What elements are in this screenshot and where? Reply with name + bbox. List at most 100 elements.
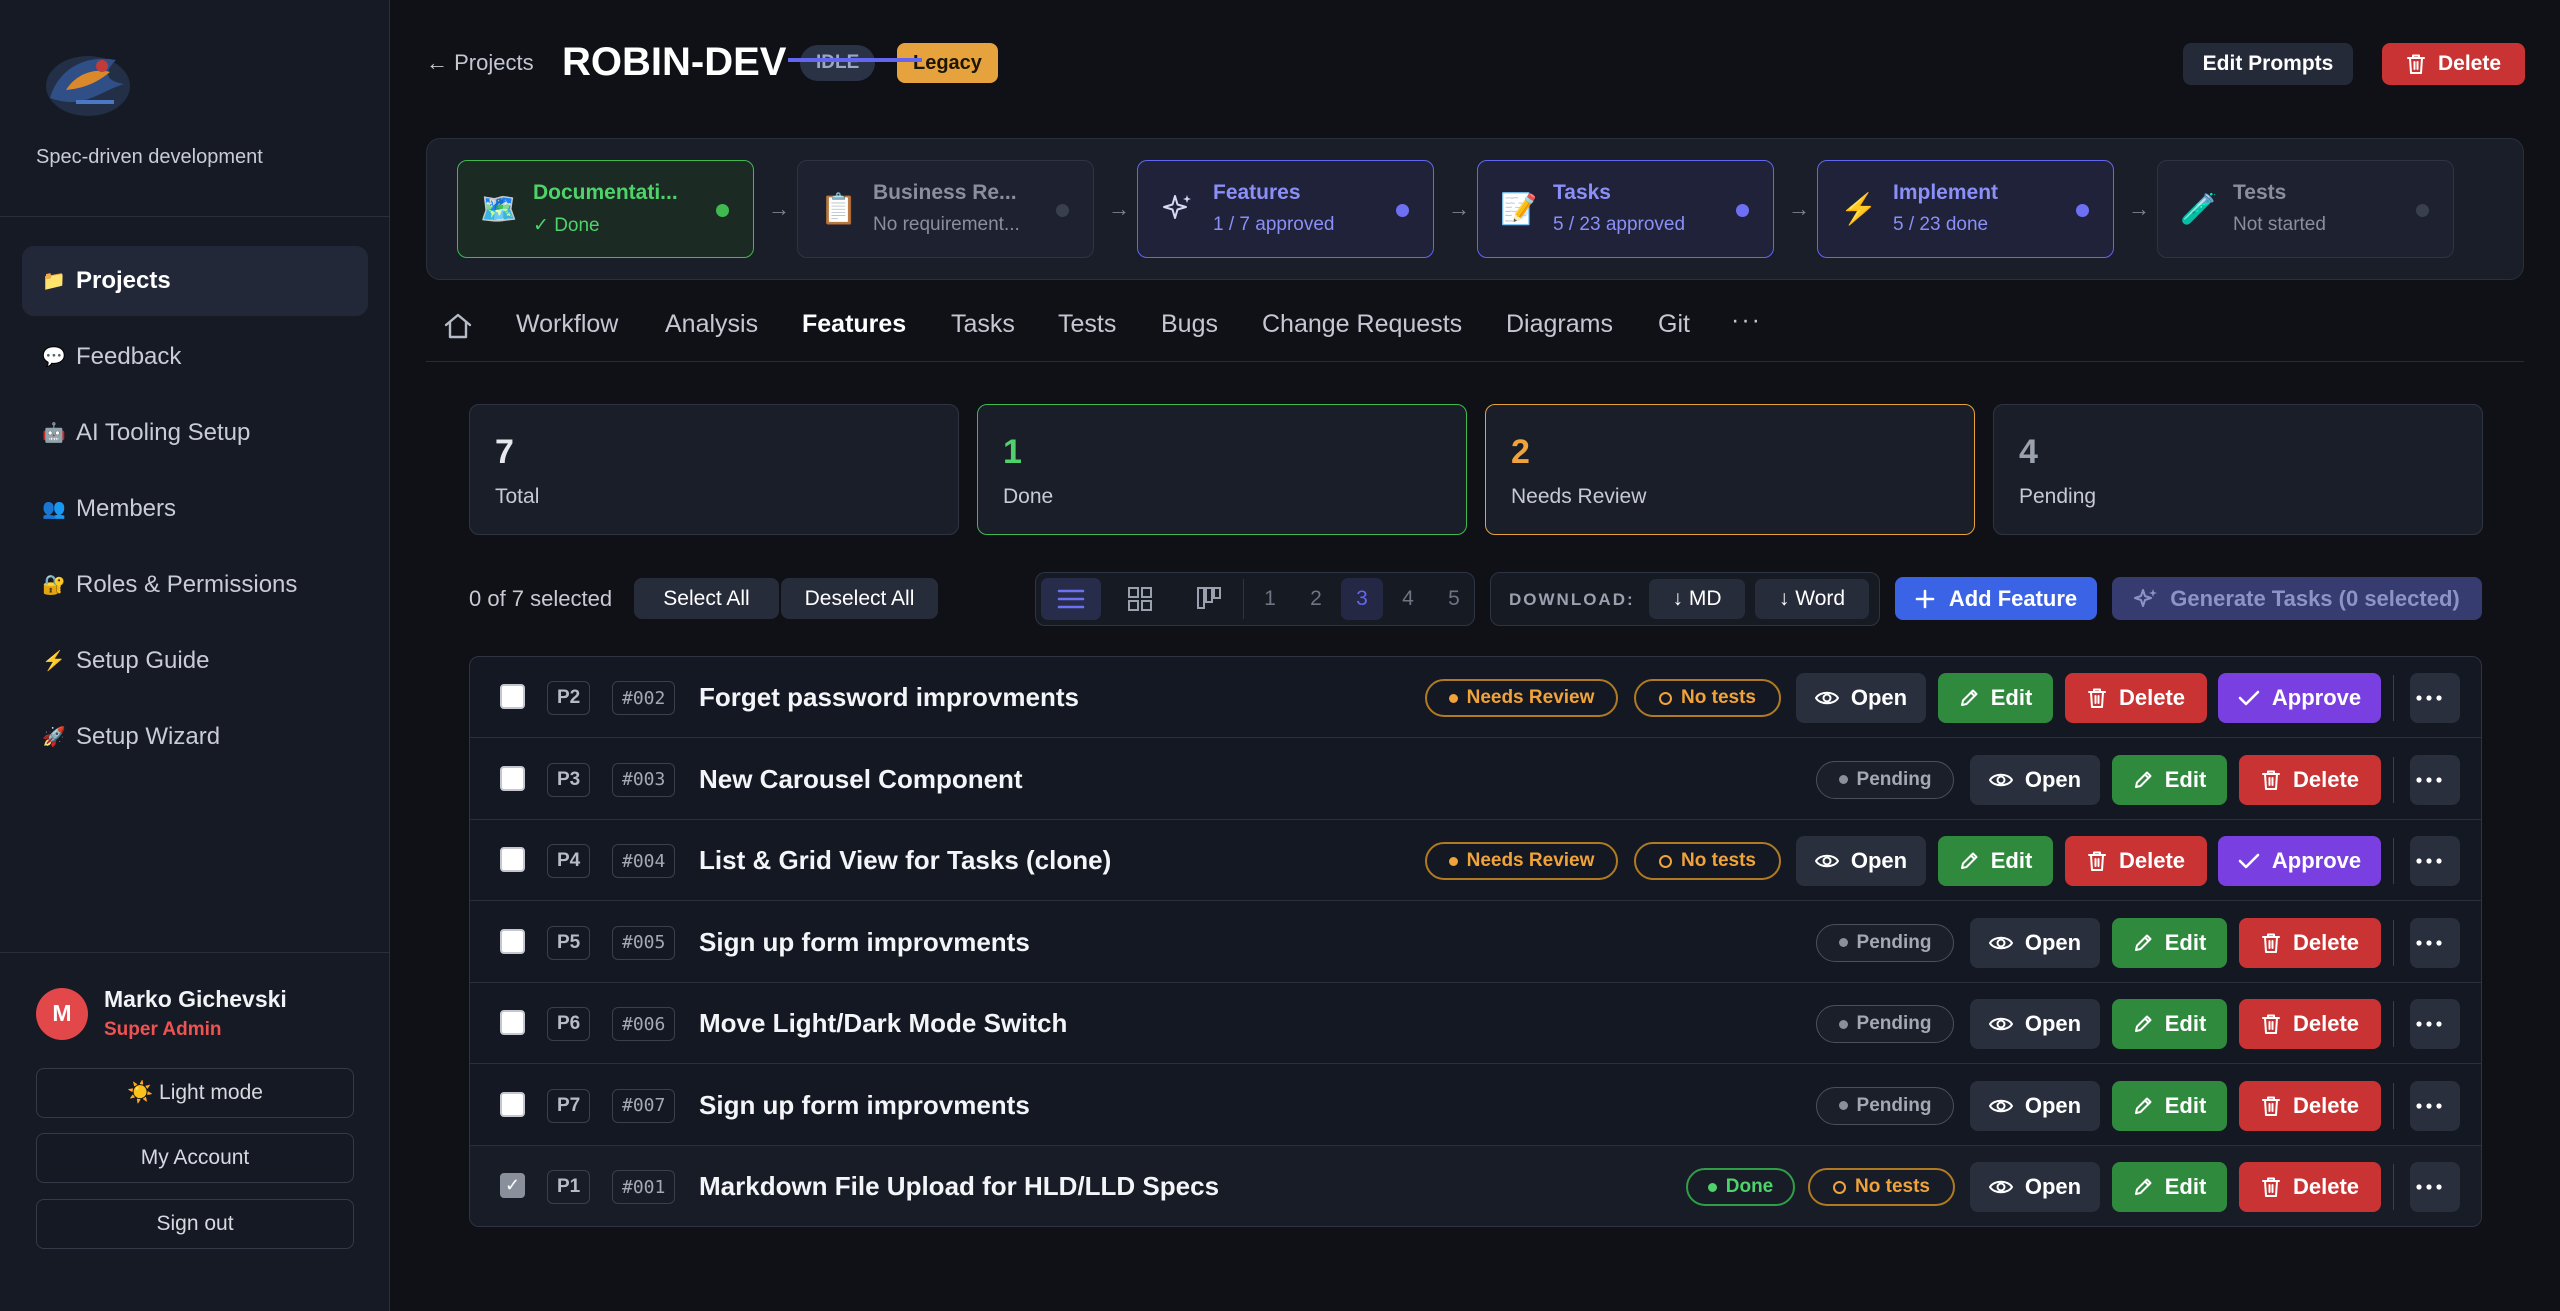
feature-title[interactable]: Forget password improvments [699, 682, 1079, 713]
edit-button[interactable]: Edit [2112, 999, 2227, 1049]
edit-prompts-button[interactable]: Edit Prompts [2183, 43, 2353, 85]
stage-business-requirements[interactable]: 📋 Business Re... No requirement... [797, 160, 1094, 258]
generate-tasks-button[interactable]: Generate Tasks (0 selected) [2112, 577, 2482, 620]
tab-diagrams[interactable]: Diagrams [1506, 310, 1613, 339]
avatar[interactable]: M [36, 987, 88, 1040]
tab-change-requests[interactable]: Change Requests [1262, 310, 1462, 339]
edit-button[interactable]: Edit [1938, 836, 2053, 886]
sidebar-item-setup-wizard[interactable]: 🚀 Setup Wizard [22, 702, 368, 772]
more-actions-button[interactable] [2410, 999, 2460, 1049]
tab-workflow[interactable]: Workflow [516, 310, 618, 339]
stat-total: 7 Total [469, 404, 959, 535]
page-4-button[interactable]: 4 [1387, 578, 1429, 620]
delete-project-button[interactable]: Delete [2382, 43, 2525, 85]
grid-view-icon[interactable] [1110, 578, 1170, 620]
delete-button[interactable]: Delete [2239, 1162, 2381, 1212]
row-checkbox[interactable] [500, 684, 525, 709]
feature-title[interactable]: Markdown File Upload for HLD/LLD Specs [699, 1171, 1219, 1202]
stage-status: 1 / 7 approved [1213, 214, 1335, 235]
edit-button[interactable]: Edit [2112, 1162, 2227, 1212]
delete-button[interactable]: Delete [2065, 673, 2207, 723]
open-button[interactable]: Open [1796, 673, 1926, 723]
sidebar-item-setup-guide[interactable]: ⚡ Setup Guide [22, 626, 368, 696]
edit-label: Edit [1990, 848, 2033, 873]
my-account-button[interactable]: My Account [36, 1133, 354, 1183]
page-5-button[interactable]: 5 [1433, 578, 1475, 620]
sidebar-item-projects[interactable]: 📁 Projects [22, 246, 368, 316]
feature-title[interactable]: New Carousel Component [699, 764, 1023, 795]
more-actions-button[interactable] [2410, 917, 2460, 968]
sign-out-button[interactable]: Sign out [36, 1199, 354, 1249]
open-label: Open [1850, 685, 1908, 710]
priority-tag: P5 [547, 925, 591, 960]
page-3-button[interactable]: 3 [1341, 578, 1383, 620]
feature-id: #004 [612, 844, 676, 878]
app-logo[interactable] [36, 40, 136, 126]
feature-title[interactable]: List & Grid View for Tasks (clone) [699, 845, 1111, 876]
delete-button[interactable]: Delete [2065, 836, 2207, 886]
tab-analysis[interactable]: Analysis [665, 310, 758, 339]
more-actions-button[interactable] [2410, 1080, 2460, 1131]
open-button[interactable]: Open [1970, 1162, 2100, 1212]
stage-tasks[interactable]: 📝 Tasks 5 / 23 approved [1477, 160, 1774, 258]
row-checkbox[interactable] [500, 765, 525, 791]
more-actions-button[interactable] [2410, 836, 2460, 886]
light-mode-button[interactable]: ☀️ Light mode [36, 1068, 354, 1118]
delete-button[interactable]: Delete [2239, 917, 2381, 968]
sidebar-item-members[interactable]: 👥 Members [22, 474, 368, 544]
view-mode-switcher: 1 2 3 4 5 [1035, 572, 1475, 626]
sidebar-item-ai-tooling-setup[interactable]: 🤖 AI Tooling Setup [22, 398, 368, 468]
kanban-view-icon[interactable] [1179, 578, 1239, 620]
select-all-button[interactable]: Select All [634, 578, 779, 619]
home-icon[interactable] [442, 310, 474, 342]
open-button[interactable]: Open [1970, 754, 2100, 805]
page-2-button[interactable]: 2 [1295, 578, 1337, 620]
row-checkbox[interactable] [500, 1010, 525, 1035]
feature-title[interactable]: Move Light/Dark Mode Switch [699, 1008, 1067, 1039]
edit-button[interactable]: Edit [2112, 917, 2227, 968]
more-tabs-icon[interactable]: ··· [1731, 306, 1762, 335]
approve-button[interactable]: Approve [2218, 836, 2381, 886]
more-actions-button[interactable] [2410, 1162, 2460, 1212]
list-view-icon[interactable] [1041, 578, 1101, 620]
add-feature-button[interactable]: Add Feature [1895, 577, 2097, 620]
download-md-button[interactable]: ↓ MD [1649, 579, 1745, 619]
edit-button[interactable]: Edit [1938, 673, 2053, 723]
sidebar-item-feedback[interactable]: 💬 Feedback [22, 322, 368, 392]
row-checkbox[interactable] [500, 847, 525, 872]
deselect-all-button[interactable]: Deselect All [781, 578, 938, 619]
feature-title[interactable]: Sign up form improvments [699, 1090, 1030, 1121]
badge-label: Done [1725, 1176, 1774, 1197]
tab-tasks[interactable]: Tasks [951, 310, 1015, 339]
sidebar-item-roles-permissions[interactable]: 🔐 Roles & Permissions [22, 550, 368, 620]
tab-bugs[interactable]: Bugs [1161, 310, 1218, 339]
row-checkbox[interactable] [500, 1091, 525, 1117]
more-actions-button[interactable] [2410, 673, 2460, 723]
badge-label: Pending [1856, 1013, 1932, 1034]
more-actions-button[interactable] [2410, 754, 2460, 805]
back-to-projects-link[interactable]: ← Projects [426, 50, 534, 76]
open-button[interactable]: Open [1970, 1080, 2100, 1131]
row-checkbox[interactable] [500, 928, 525, 954]
stage-documentation[interactable]: 🗺️ Documentati... ✓ Done [457, 160, 754, 258]
feature-title[interactable]: Sign up form improvments [699, 927, 1030, 958]
tab-features[interactable]: Features [802, 310, 906, 339]
approve-button[interactable]: Approve [2218, 673, 2381, 723]
open-button[interactable]: Open [1970, 999, 2100, 1049]
stage-features[interactable]: Features 1 / 7 approved [1137, 160, 1434, 258]
row-checkbox[interactable]: ✓ [500, 1173, 525, 1198]
stage-tests[interactable]: 🧪 Tests Not started [2157, 160, 2454, 258]
delete-button[interactable]: Delete [2239, 999, 2381, 1049]
edit-button[interactable]: Edit [2112, 1080, 2227, 1131]
stage-implement[interactable]: ⚡ Implement 5 / 23 done [1817, 160, 2114, 258]
download-word-button[interactable]: ↓ Word [1755, 579, 1869, 619]
open-button[interactable]: Open [1796, 836, 1926, 886]
page-1-button[interactable]: 1 [1249, 578, 1291, 620]
divider [1243, 579, 1244, 619]
edit-button[interactable]: Edit [2112, 754, 2227, 805]
open-button[interactable]: Open [1970, 917, 2100, 968]
tab-tests[interactable]: Tests [1058, 310, 1116, 339]
tab-git[interactable]: Git [1658, 310, 1690, 339]
delete-button[interactable]: Delete [2239, 754, 2381, 805]
delete-button[interactable]: Delete [2239, 1080, 2381, 1131]
